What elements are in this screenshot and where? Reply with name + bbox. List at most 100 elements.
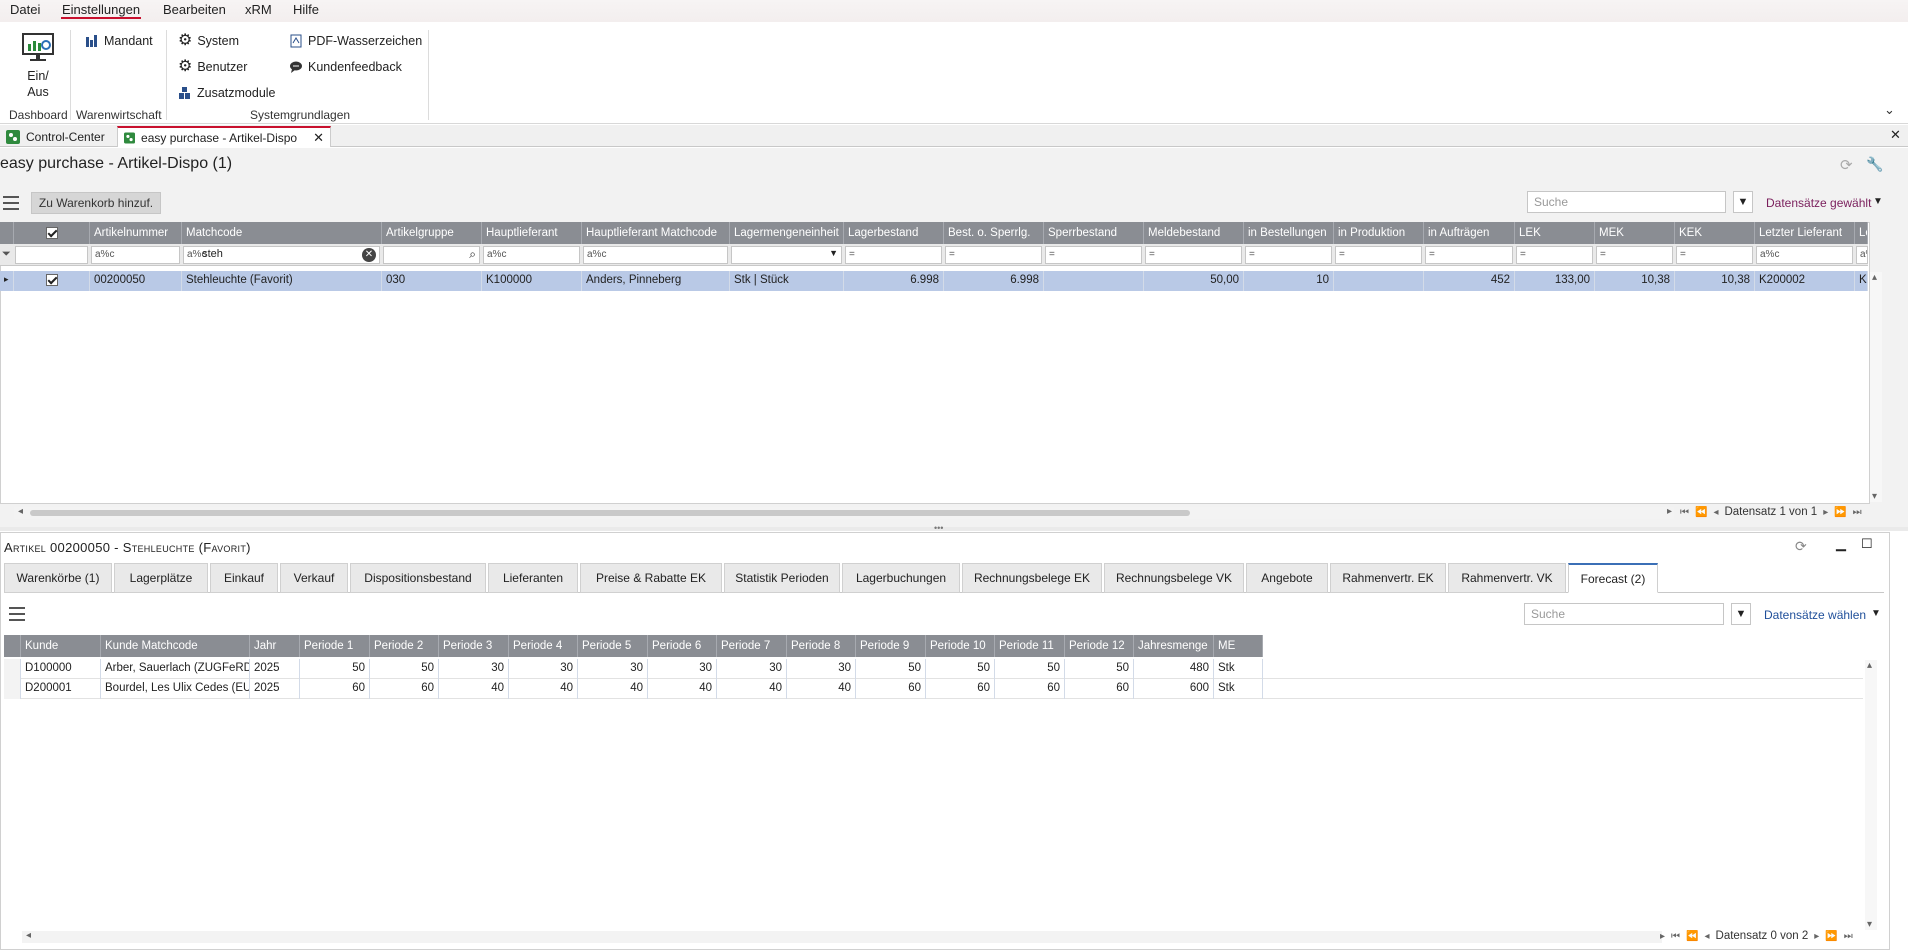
col-jahresmenge[interactable]: Jahresmenge: [1134, 635, 1214, 657]
search-icon[interactable]: ⌕: [469, 247, 476, 262]
filter-dropdown-icon[interactable]: ▼: [1731, 603, 1751, 625]
tab-angebote[interactable]: Angebote: [1246, 563, 1328, 593]
prev-page-icon[interactable]: ◂: [1704, 931, 1709, 942]
menu-xrm[interactable]: xRM: [244, 2, 273, 17]
next-page-fast-icon[interactable]: ⏩: [1825, 931, 1837, 942]
scroll-up-icon[interactable]: ▴: [1872, 272, 1877, 283]
col-in-produktion[interactable]: in Produktion: [1334, 222, 1424, 244]
col-periode-10[interactable]: Periode 10: [926, 635, 995, 657]
vertical-scrollbar[interactable]: ▴ ▾: [1870, 272, 1882, 502]
col-periode-8[interactable]: Periode 8: [787, 635, 856, 657]
col-letzter-lieferant[interactable]: Letzter Lieferant: [1755, 222, 1855, 244]
kundenfeedback-button[interactable]: Kundenfeedback: [289, 60, 402, 74]
table-row[interactable]: ▸ 00200050 Stehleuchte (Favorit) 030 K10…: [0, 271, 1868, 291]
scroll-down-icon[interactable]: ▾: [1867, 919, 1872, 930]
col-periode-6[interactable]: Periode 6: [648, 635, 717, 657]
tab-einkauf[interactable]: Einkauf: [210, 563, 278, 593]
col-periode-9[interactable]: Periode 9: [856, 635, 926, 657]
col-kunde[interactable]: Kunde: [21, 635, 101, 657]
tab-lagerbuchungen[interactable]: Lagerbuchungen: [842, 563, 960, 593]
col-mek[interactable]: MEK: [1595, 222, 1675, 244]
col-periode-5[interactable]: Periode 5: [578, 635, 648, 657]
col-periode-11[interactable]: Periode 11: [995, 635, 1065, 657]
prev-page-fast-icon[interactable]: ⏪: [1686, 931, 1698, 942]
records-selected-link[interactable]: Datensätze gewählt: [1766, 196, 1871, 210]
col-periode-2[interactable]: Periode 2: [370, 635, 439, 657]
filter-meldebestand[interactable]: =: [1145, 246, 1242, 264]
tab-forecast[interactable]: Forecast (2): [1568, 563, 1658, 593]
chevron-down-icon[interactable]: ▼: [1871, 608, 1881, 619]
filter-artikelnummer[interactable]: a%c: [91, 246, 180, 264]
filter-lagermengeneinheit[interactable]: ▼: [731, 246, 842, 264]
filter-le[interactable]: a%: [1856, 246, 1868, 264]
col-periode-1[interactable]: Periode 1: [300, 635, 370, 657]
filter-sperrbestand[interactable]: =: [1045, 246, 1142, 264]
col-artikelgruppe[interactable]: Artikelgruppe: [382, 222, 482, 244]
tab-artikel-dispo[interactable]: easy purchase - Artikel-Dispo ✕: [117, 126, 331, 147]
tab-preise-rabatte-ek[interactable]: Preise & Rabatte EK: [580, 563, 722, 593]
col-me[interactable]: ME: [1214, 635, 1263, 657]
close-tab-icon[interactable]: ✕: [313, 130, 324, 146]
filter-lek[interactable]: =: [1516, 246, 1593, 264]
filter-in-auftraegen[interactable]: =: [1425, 246, 1513, 264]
refresh-icon[interactable]: ⟳: [1840, 156, 1853, 174]
dashboard-toggle-button[interactable]: Ein/ Aus: [18, 32, 58, 100]
col-kek[interactable]: KEK: [1675, 222, 1755, 244]
splitter[interactable]: [0, 527, 1908, 531]
filter-best-o-sperrlg[interactable]: =: [945, 246, 1042, 264]
ribbon-collapse-chevron-icon[interactable]: ⌄: [1884, 102, 1895, 118]
pdf-wasserzeichen-button[interactable]: PDF-Wasserzeichen: [289, 34, 422, 48]
minimize-icon[interactable]: ▁: [1836, 536, 1846, 552]
last-page-icon[interactable]: ⏭: [1844, 931, 1853, 942]
table-row[interactable]: D200001 Bourdel, Les Ulix Cedes (EU... 2…: [4, 679, 1863, 699]
chevron-down-icon[interactable]: ▼: [1873, 196, 1883, 207]
filter-checkbox-col[interactable]: [15, 246, 88, 264]
tab-dispositionsbestand[interactable]: Dispositionsbestand: [350, 563, 486, 593]
tab-lagerplaetze[interactable]: Lagerplätze: [114, 563, 208, 593]
horizontal-scrollbar[interactable]: ◂ ▸: [14, 506, 1674, 519]
col-in-bestellungen[interactable]: in Bestellungen: [1244, 222, 1334, 244]
next-page-icon[interactable]: ▸: [1814, 931, 1819, 942]
menu-datei[interactable]: Datei: [9, 2, 41, 17]
col-le[interactable]: Le: [1855, 222, 1868, 244]
filter-dropdown-icon[interactable]: ▼: [1733, 191, 1753, 213]
col-in-auftraegen[interactable]: in Aufträgen: [1424, 222, 1515, 244]
col-periode-4[interactable]: Periode 4: [509, 635, 578, 657]
col-hauptlieferant-matchcode[interactable]: Hauptlieferant Matchcode: [582, 222, 730, 244]
tab-verkauf[interactable]: Verkauf: [280, 563, 348, 593]
scroll-left-icon[interactable]: ◂: [18, 506, 23, 517]
tab-rechnungsbelege-vk[interactable]: Rechnungsbelege VK: [1104, 563, 1244, 593]
first-page-icon[interactable]: ⏮: [1671, 931, 1680, 942]
scroll-right-icon[interactable]: ▸: [1667, 506, 1672, 517]
menu-hamburger-icon[interactable]: [9, 607, 25, 621]
benutzer-button[interactable]: ⚙ Benutzer: [178, 59, 247, 75]
clear-filter-icon[interactable]: ✕: [362, 248, 376, 262]
tab-warenkoerbe[interactable]: Warenkörbe (1): [4, 563, 112, 593]
chevron-down-icon[interactable]: ▼: [829, 248, 838, 258]
col-periode-3[interactable]: Periode 3: [439, 635, 509, 657]
menu-hamburger-icon[interactable]: [3, 196, 19, 210]
tab-rahmenvertr-ek[interactable]: Rahmenvertr. EK: [1330, 563, 1446, 593]
scroll-up-icon[interactable]: ▴: [1867, 660, 1872, 671]
tab-rechnungsbelege-ek[interactable]: Rechnungsbelege EK: [962, 563, 1102, 593]
col-sperrbestand[interactable]: Sperrbestand: [1044, 222, 1144, 244]
col-artikelnummer[interactable]: Artikelnummer: [90, 222, 182, 244]
wrench-icon[interactable]: 🔧: [1866, 156, 1883, 173]
col-lek[interactable]: LEK: [1515, 222, 1595, 244]
next-page-icon[interactable]: ▸: [1823, 507, 1828, 518]
col-lagermengeneinheit[interactable]: Lagermengeneinheit: [730, 222, 844, 244]
col-best-o-sperrlg[interactable]: Best. o. Sperrlg.: [944, 222, 1044, 244]
refresh-icon[interactable]: ⟳: [1795, 538, 1807, 555]
next-page-fast-icon[interactable]: ⏩: [1834, 507, 1846, 518]
menu-einstellungen[interactable]: Einstellungen: [61, 2, 142, 19]
filter-lagerbestand[interactable]: =: [845, 246, 942, 264]
tab-lieferanten[interactable]: Lieferanten: [488, 563, 578, 593]
tab-control-center[interactable]: Control-Center: [0, 126, 111, 147]
records-select-link[interactable]: Datensätze wählen: [1764, 608, 1866, 622]
zusatzmodule-button[interactable]: Zusatzmodule: [178, 86, 276, 100]
scrollbar-thumb[interactable]: [30, 510, 1190, 516]
col-hauptlieferant[interactable]: Hauptlieferant: [482, 222, 582, 244]
row-checkbox[interactable]: [14, 271, 90, 291]
col-meldebestand[interactable]: Meldebestand: [1144, 222, 1244, 244]
col-kunde-matchcode[interactable]: Kunde Matchcode: [101, 635, 250, 657]
